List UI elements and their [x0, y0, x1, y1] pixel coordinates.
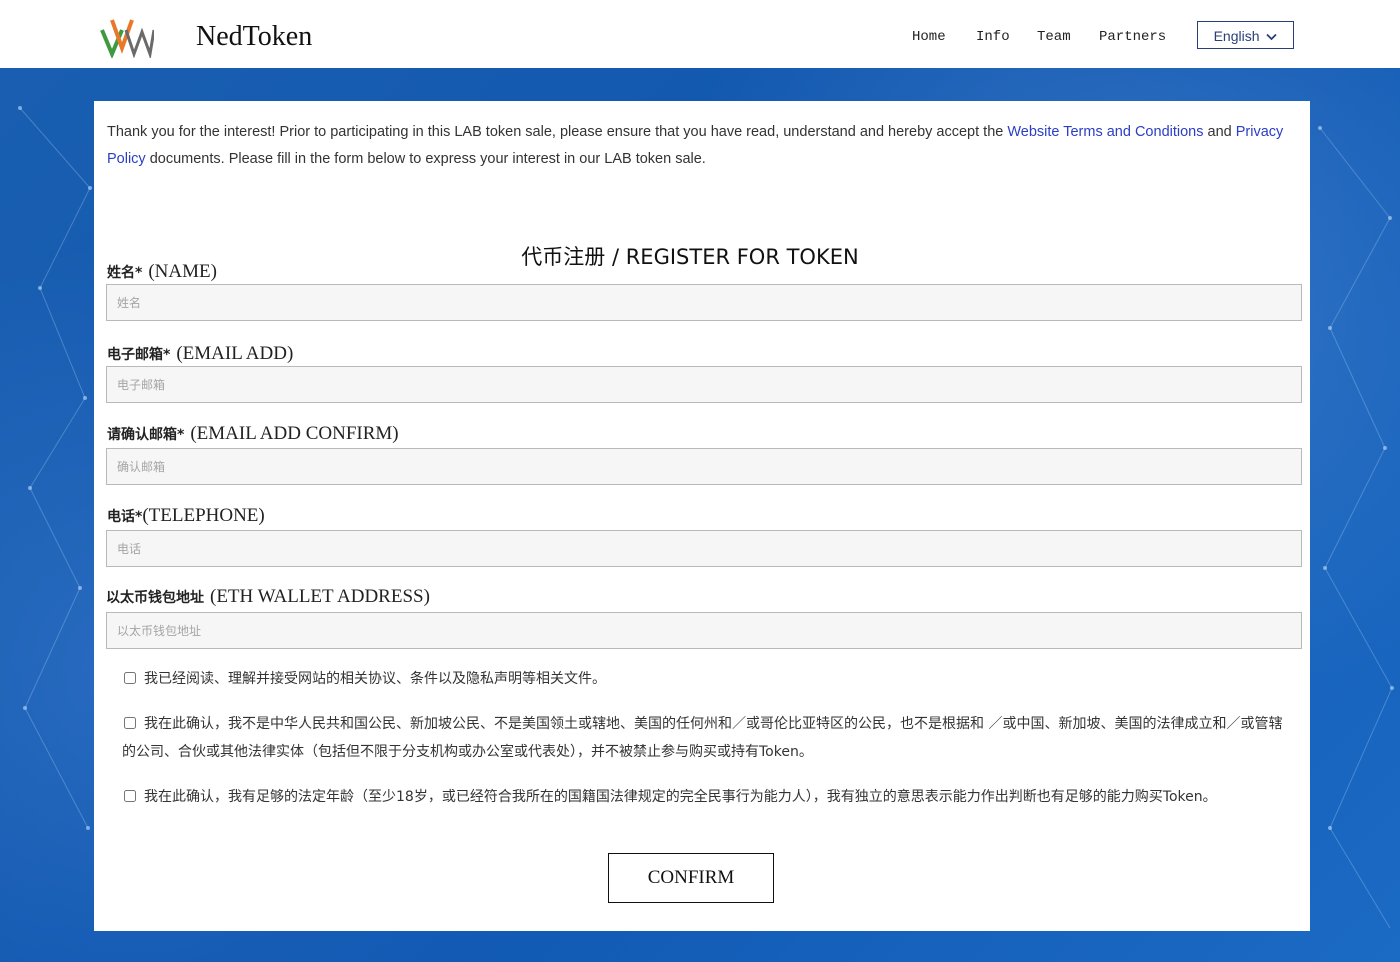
vw-logo-icon[interactable] [100, 18, 154, 58]
agreement-text-2: 我在此确认，我不是中华人民共和国公民、新加坡公民、不是美国领土或辖地、美国的任何… [122, 716, 1283, 760]
agreement-checkbox-row-1: 我已经阅读、理解并接受网站的相关协议、条件以及隐私声明等相关文件。 [122, 665, 1292, 693]
telephone-label-cn: 电话* [107, 509, 143, 525]
agreement-checkbox-2[interactable] [124, 717, 136, 729]
name-label: 姓名* (NAME) [107, 261, 217, 283]
telephone-label-en: (TELEPHONE) [142, 505, 265, 526]
form-title: 代币注册 / REGISTER FOR TOKEN [521, 245, 859, 269]
intro-after: documents. Please fill in the form below… [145, 151, 706, 167]
intro-before: Thank you for the interest! Prior to par… [107, 124, 1008, 140]
email-label-cn: 电子邮箱* [107, 347, 171, 363]
language-selected: English [1213, 28, 1260, 44]
register-card: Thank you for the interest! Prior to par… [94, 101, 1310, 931]
email-input[interactable] [106, 366, 1302, 403]
email-label-en: (EMAIL ADD) [176, 343, 294, 364]
telephone-input[interactable] [106, 530, 1302, 567]
wallet-label: 以太币钱包地址 (ETH WALLET ADDRESS) [106, 586, 430, 608]
agreement-checkbox-row-3: 我在此确认，我有足够的法定年龄（至少18岁，或已经符合我所在的国籍国法律规定的完… [122, 783, 1292, 811]
name-label-cn: 姓名* [107, 265, 143, 281]
email-confirm-label: 请确认邮箱* (EMAIL ADD CONFIRM) [107, 423, 399, 445]
nav-info[interactable]: Info [976, 28, 1010, 46]
email-confirm-label-cn: 请确认邮箱* [107, 427, 185, 443]
email-confirm-label-en: (EMAIL ADD CONFIRM) [190, 423, 399, 444]
telephone-label: 电话*(TELEPHONE) [107, 505, 265, 527]
intro-middle: and [1203, 124, 1236, 140]
chevron-down-icon [1266, 33, 1278, 41]
name-input[interactable] [106, 284, 1302, 321]
wallet-label-cn: 以太币钱包地址 [106, 590, 204, 606]
language-select[interactable]: English [1197, 21, 1294, 49]
brand-name[interactable]: NedToken [196, 20, 312, 54]
email-confirm-input[interactable] [106, 448, 1302, 485]
agreement-text-3: 我在此确认，我有足够的法定年龄（至少18岁，或已经符合我所在的国籍国法律规定的完… [144, 789, 1217, 805]
wallet-label-en: (ETH WALLET ADDRESS) [210, 586, 430, 607]
agreement-text-1: 我已经阅读、理解并接受网站的相关协议、条件以及隐私声明等相关文件。 [144, 671, 606, 687]
agreement-checkbox-1[interactable] [124, 672, 136, 684]
name-label-en: (NAME) [148, 261, 217, 282]
nav-home[interactable]: Home [912, 28, 946, 46]
wallet-input[interactable] [106, 612, 1302, 649]
agreement-checkbox-3[interactable] [124, 790, 136, 802]
nav-partners[interactable]: Partners [1099, 28, 1166, 46]
terms-link[interactable]: Website Terms and Conditions [1007, 124, 1203, 140]
nav-team[interactable]: Team [1037, 28, 1071, 46]
confirm-button[interactable]: CONFIRM [608, 853, 774, 903]
email-label: 电子邮箱* (EMAIL ADD) [107, 343, 293, 365]
site-header: NedToken Home Info Team Partners English [0, 0, 1400, 68]
agreement-checkbox-row-2: 我在此确认，我不是中华人民共和国公民、新加坡公民、不是美国领土或辖地、美国的任何… [122, 710, 1292, 766]
intro-text: Thank you for the interest! Prior to par… [107, 119, 1302, 173]
